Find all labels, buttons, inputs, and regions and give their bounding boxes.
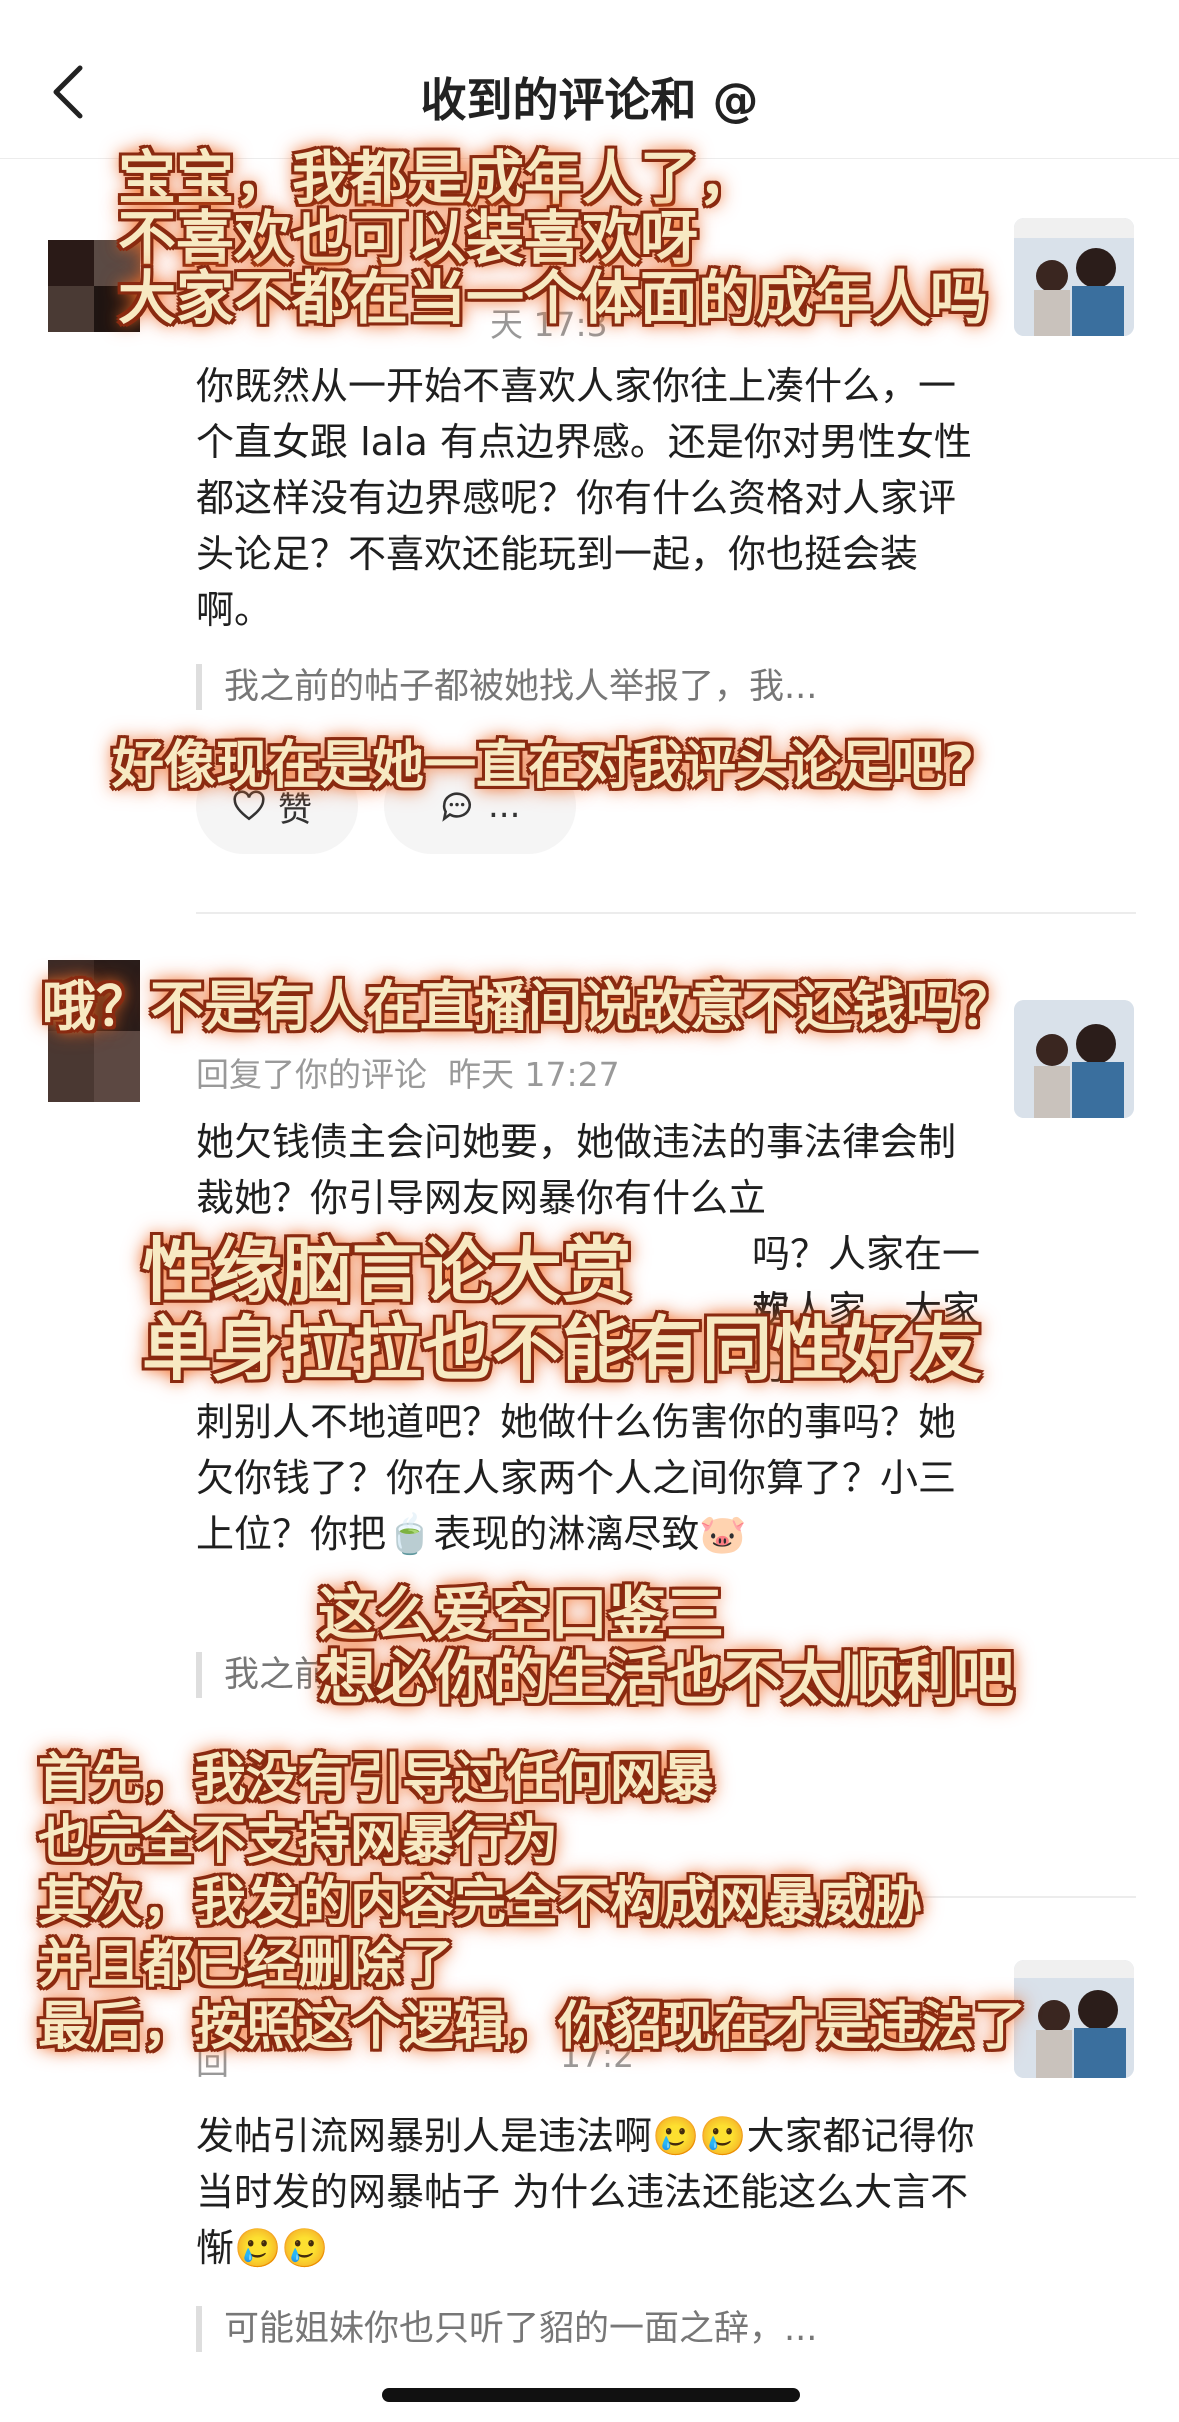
- caption-line: 好像现在是她一直在对我评头论足吧?: [112, 736, 975, 796]
- comment-body: 刺别人不地道吧？她做什么伤害你的事吗？她欠你钱了？你在人家两个人之间你算了？小三…: [196, 1400, 957, 1556]
- caption-line: 单身拉拉也不能有同性好友: [142, 1308, 982, 1390]
- quoted-comment[interactable]: 我之前的帖子都被她找人举报了，我...: [196, 664, 1014, 710]
- quoted-comment[interactable]: 可能姐妹你也只听了貂的一面之辞，...: [196, 2306, 1014, 2352]
- caption-line: 最后，按照这个逻辑，你貂现在才是违法了: [38, 1997, 1027, 2057]
- overlay-caption: 好像现在是她一直在对我评头论足吧?: [112, 736, 974, 796]
- caption-line: 不喜欢也可以装喜欢呀: [118, 204, 699, 272]
- caption-line: 想必你的生活也不太顺利吧: [318, 1644, 1015, 1712]
- caption-line: 大家不都在当一个体面的成年人吗: [118, 264, 989, 332]
- post-thumbnail-image: [1014, 1000, 1134, 1118]
- comment-body: 发帖引流网暴别人是违法啊🥲🥲大家都记得你当时发的网暴帖子 为什么违法还能这么大言…: [196, 2114, 975, 2270]
- comment-body: 她欠钱债主会问她要，她做违法的事法律会制裁她？你引导网友网暴你有什么立: [196, 1120, 957, 1220]
- caption-line: 宝宝，我都是成年人了，: [118, 144, 757, 212]
- caption-line: 也完全不支持网暴行为: [38, 1811, 559, 1871]
- top-bar: 收到的评论和 @: [0, 0, 1179, 159]
- post-thumbnail[interactable]: [1014, 1000, 1134, 1118]
- overlay-caption: 首先，我没有引导过任何网暴 也完全不支持网暴行为 其次，我发的内容完全不构成网暴…: [38, 1748, 1026, 2058]
- comment-body: 你既然从一开始不喜欢人家你往上凑什么，一个直女跟 lala 有点边界感。还是你对…: [196, 364, 972, 632]
- caption-line: 哦？不是有人在直播间说故意不还钱吗？: [42, 975, 1014, 1038]
- caption-line: 这么爱空口鉴三: [318, 1580, 725, 1648]
- post-thumbnail[interactable]: [1014, 218, 1134, 336]
- page-title: 收到的评论和 @: [420, 73, 759, 127]
- caption-line: 并且都已经删除了: [38, 1935, 455, 1995]
- overlay-caption: 性缘脑言论大赏 单身拉拉也不能有同性好友: [142, 1232, 982, 1388]
- overlay-caption: 这么爱空口鉴三 想必你的生活也不太顺利吧: [318, 1582, 1014, 1710]
- comment-meta: 回复了你的评论 昨天 17:27: [196, 1055, 620, 1094]
- home-indicator[interactable]: [382, 2388, 800, 2402]
- post-thumbnail[interactable]: [1014, 1960, 1134, 2078]
- caption-line: 首先，我没有引导过任何网暴: [38, 1749, 715, 1809]
- post-thumbnail-image: [1014, 1960, 1134, 2078]
- caption-line: 性缘脑言论大赏: [142, 1230, 632, 1312]
- post-thumbnail-image: [1014, 218, 1134, 336]
- overlay-caption: 宝宝，我都是成年人了， 不喜欢也可以装喜欢呀 大家不都在当一个体面的成年人吗: [118, 148, 988, 328]
- overlay-caption: 哦？不是有人在直播间说故意不还钱吗？: [42, 976, 1014, 1038]
- divider: [196, 912, 1136, 914]
- caption-line: 其次，我发的内容完全不构成网暴威胁: [38, 1873, 923, 1933]
